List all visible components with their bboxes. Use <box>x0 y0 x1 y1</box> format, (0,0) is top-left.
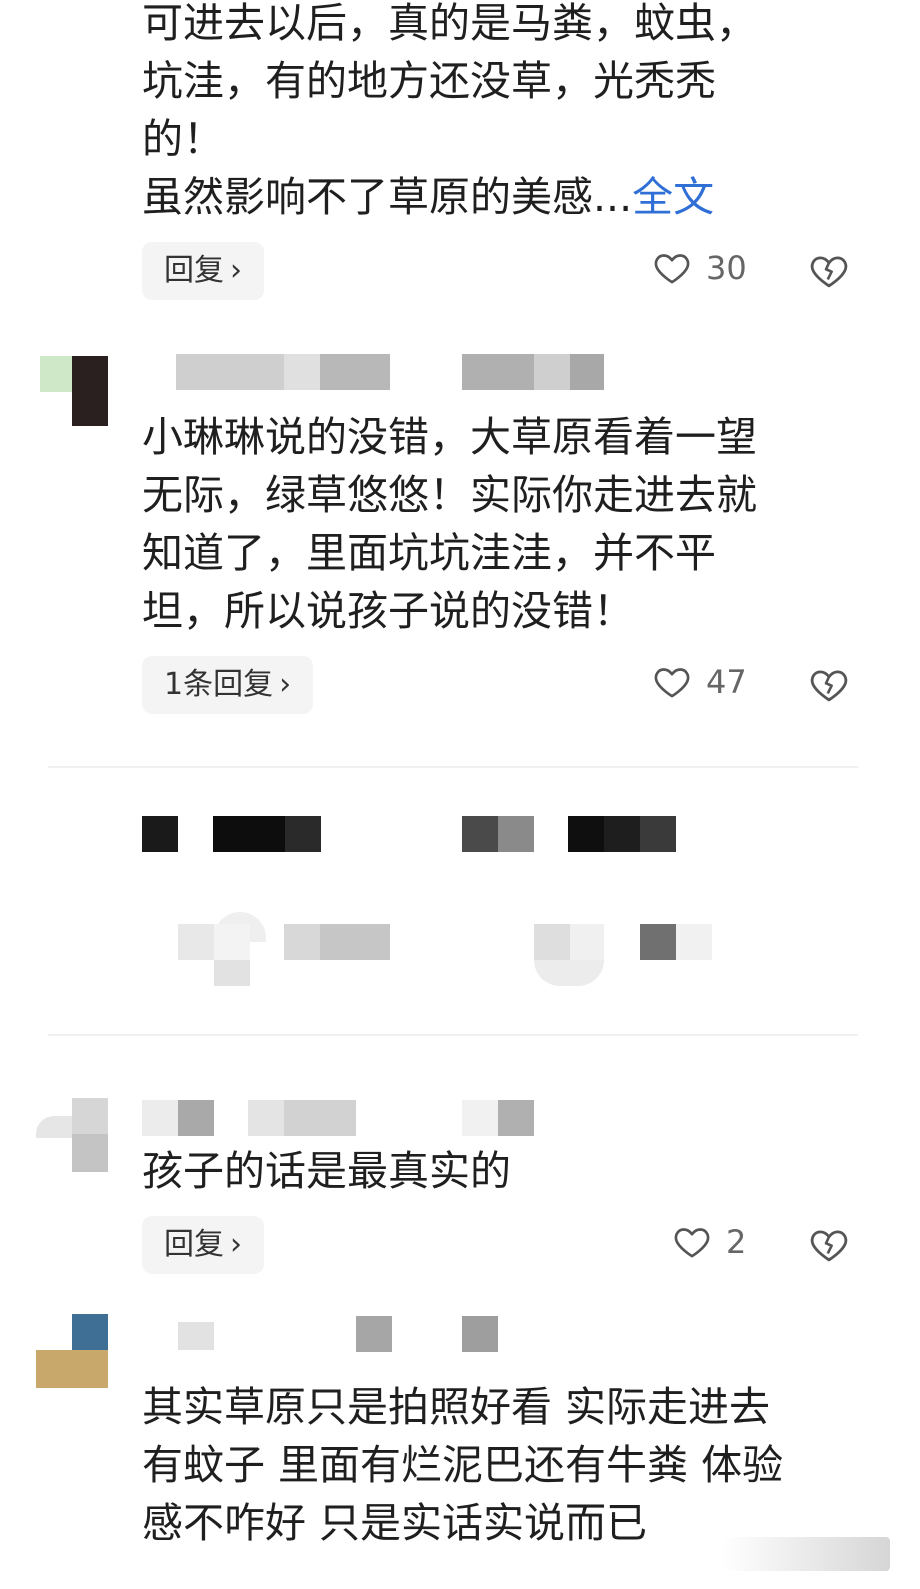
avatar[interactable] <box>36 1314 108 1388</box>
like-button[interactable]: 47 <box>652 662 747 702</box>
broken-heart-icon <box>808 1224 850 1266</box>
like-button[interactable]: 2 <box>672 1222 746 1262</box>
dislike-button[interactable] <box>808 664 850 706</box>
comment-1-line-4: 虽然影响不了草原的美感...全文 <box>142 168 862 226</box>
reply-label: 回复 <box>164 1227 224 1262</box>
comment-3-line-1: 孩子的话是最真实的 <box>142 1147 511 1195</box>
comment-2-line-2: 无际，绿草悠悠！实际你走进去就 <box>142 471 757 519</box>
comment-2-line-4: 坦，所以说孩子说的没错！ <box>142 587 634 635</box>
comment-1-text: 可进去以后，真的是马粪，蚊虫， 坑洼，有的地方还没草，光秃秃 的！ 虽然影响不了… <box>142 0 862 226</box>
dislike-button[interactable] <box>808 250 850 292</box>
broken-heart-icon <box>808 664 850 706</box>
read-full-text-link[interactable]: 全文 <box>632 173 714 221</box>
like-count: 30 <box>706 249 747 287</box>
comment-1: 可进去以后，真的是马粪，蚊虫， 坑洼，有的地方还没草，光秃秃 的！ 虽然影响不了… <box>0 0 920 320</box>
comment-4-line-1: 其实草原只是拍照好看 实际走进去 <box>142 1383 771 1431</box>
like-count: 2 <box>726 1223 747 1261</box>
heart-outline-icon <box>672 1222 712 1262</box>
comment-3-text: 孩子的话是最真实的 <box>142 1142 862 1200</box>
reply-count-label: 1条回复 <box>164 667 274 702</box>
chevron-right-icon: › <box>279 667 292 702</box>
reply-button[interactable]: 回复 › <box>142 242 264 300</box>
comment-2-line-1: 小琳琳说的没错，大草原看着一望 <box>142 413 757 461</box>
heart-outline-icon <box>652 248 692 288</box>
dislike-button[interactable] <box>808 1224 850 1266</box>
comment-1-truncated-text: 虽然影响不了草原的美感... <box>142 173 633 221</box>
watermark <box>722 1537 890 1571</box>
divider <box>48 1034 858 1036</box>
chevron-right-icon: › <box>230 253 242 288</box>
divider <box>48 766 858 768</box>
comment-2-line-3: 知道了，里面坑坑洼洼，并不平 <box>142 529 716 577</box>
like-button[interactable]: 30 <box>652 248 747 288</box>
avatar[interactable] <box>40 356 108 426</box>
comment-4-text: 其实草原只是拍照好看 实际走进去 有蚊子 里面有烂泥巴还有牛粪 体验 感不咋好 … <box>142 1378 862 1552</box>
broken-heart-icon <box>808 250 850 292</box>
comment-1-line-2: 坑洼，有的地方还没草，光秃秃 <box>142 57 716 105</box>
avatar[interactable] <box>36 1098 108 1172</box>
comment-2: 小琳琳说的没错，大草原看着一望 无际，绿草悠悠！实际你走进去就 知道了，里面坑坑… <box>0 340 920 740</box>
pixelated-content <box>0 800 920 1020</box>
reply-label: 回复 <box>164 253 224 288</box>
chevron-right-icon: › <box>230 1227 242 1262</box>
comment-4-line-2: 有蚊子 里面有烂泥巴还有牛粪 体验 <box>142 1441 784 1489</box>
like-count: 47 <box>706 663 747 701</box>
view-replies-button[interactable]: 1条回复 › <box>142 656 314 714</box>
comment-1-line-3: 的！ <box>142 115 224 163</box>
comment-1-line-1: 可进去以后，真的是马粪，蚊虫， <box>142 0 757 47</box>
reply-button[interactable]: 回复 › <box>142 1216 264 1274</box>
comment-3: 孩子的话是最真实的 回复 › 2 <box>0 1080 920 1300</box>
heart-outline-icon <box>652 662 692 702</box>
comment-2-text: 小琳琳说的没错，大草原看着一望 无际，绿草悠悠！实际你走进去就 知道了，里面坑坑… <box>142 408 862 640</box>
